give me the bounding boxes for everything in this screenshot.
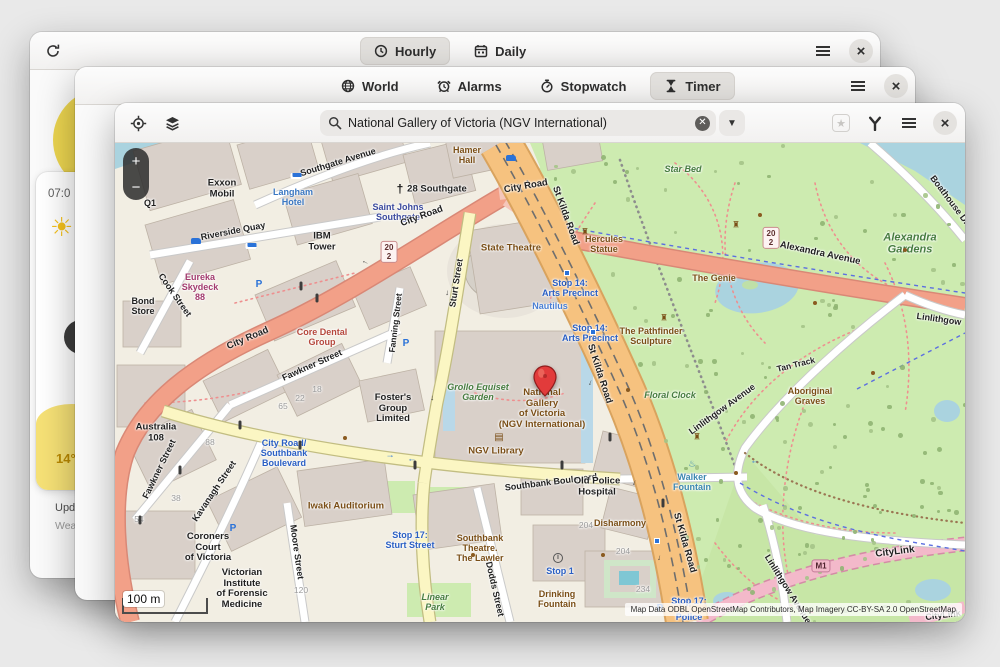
favorites-button[interactable]: ★ [827, 109, 855, 137]
map-scale-bar: 100 m [122, 598, 208, 614]
sun-icon: ☀ [50, 212, 73, 243]
clock-icon [374, 44, 388, 58]
map-pin-icon[interactable] [533, 365, 557, 397]
dropdown-arrow-icon: ▼ [727, 118, 737, 129]
clocks-tab-stopwatch[interactable]: Stopwatch [526, 72, 641, 100]
favorite-star-icon: ★ [832, 114, 850, 132]
zoom-out-button[interactable]: − [123, 174, 149, 200]
refresh-icon [45, 43, 61, 59]
map-zoom-control: + − [123, 148, 149, 200]
zoom-in-button[interactable]: + [123, 148, 149, 174]
tab-label: Hourly [395, 44, 436, 59]
maps-close-button[interactable]: × [933, 111, 957, 135]
weather-close-button[interactable]: × [849, 39, 873, 63]
search-entry[interactable]: ✕ [320, 110, 716, 136]
search-dropdown-button[interactable]: ▼ [719, 110, 745, 136]
layers-icon [164, 115, 181, 132]
search-input[interactable] [348, 116, 695, 130]
locate-button[interactable] [123, 108, 153, 138]
search-icon [328, 116, 342, 130]
maps-menu-button[interactable] [895, 109, 923, 137]
clocks-headerbar: World Alarms Stopwatch Timer × [75, 67, 915, 105]
refresh-button[interactable] [38, 36, 68, 66]
close-icon: × [892, 79, 901, 94]
tab-label: Timer [685, 79, 720, 94]
weather-time-label: 07:0 [48, 188, 70, 200]
layers-button[interactable] [157, 108, 187, 138]
map-attribution: Map Data ODBL OpenStreetMap Contributors… [625, 603, 962, 616]
clocks-view-switcher: World Alarms Stopwatch Timer [327, 72, 735, 100]
clear-icon: ✕ [698, 118, 706, 128]
calendar-icon [474, 44, 488, 58]
menu-icon [851, 81, 865, 91]
route-icon [867, 115, 883, 131]
route-button[interactable] [861, 109, 889, 137]
clocks-tab-world[interactable]: World [327, 72, 413, 100]
clocks-close-button[interactable]: × [884, 74, 908, 98]
map-scale-label: 100 m [123, 591, 164, 607]
weather-menu-button[interactable] [808, 36, 838, 66]
weather-tab-hourly[interactable]: Hourly [360, 37, 450, 65]
clocks-menu-button[interactable] [843, 71, 873, 101]
maps-headerbar: ✕ ▼ ★ × [115, 103, 965, 143]
tab-label: Alarms [458, 79, 502, 94]
weather-updated-label: Upd [55, 502, 75, 514]
tab-label: World [362, 79, 399, 94]
alarm-icon [437, 79, 451, 93]
weather-temp-label: 14° [56, 451, 76, 466]
close-icon: × [941, 116, 950, 131]
clear-search-button[interactable]: ✕ [695, 116, 710, 131]
map-canvas[interactable]: + − 100 m Map Data ODBL OpenStreetMap Co… [115, 143, 965, 622]
tab-label: Stopwatch [561, 79, 627, 94]
weather-tab-daily[interactable]: Daily [460, 37, 540, 65]
weather-headerbar: Hourly Daily × [30, 32, 880, 70]
globe-icon [341, 79, 355, 93]
clocks-tab-alarms[interactable]: Alarms [423, 72, 516, 100]
hourglass-icon [664, 79, 678, 93]
menu-icon [816, 46, 830, 56]
close-icon: × [857, 44, 866, 59]
tab-label: Daily [495, 44, 526, 59]
maps-window: ✕ ▼ ★ × [115, 103, 965, 622]
clocks-tab-timer[interactable]: Timer [650, 72, 734, 100]
weather-view-switcher: Hourly Daily [360, 37, 540, 65]
locate-icon [130, 115, 147, 132]
menu-icon [902, 118, 916, 128]
stopwatch-icon [540, 79, 554, 93]
weather-attribution-label: Wea [55, 520, 76, 532]
